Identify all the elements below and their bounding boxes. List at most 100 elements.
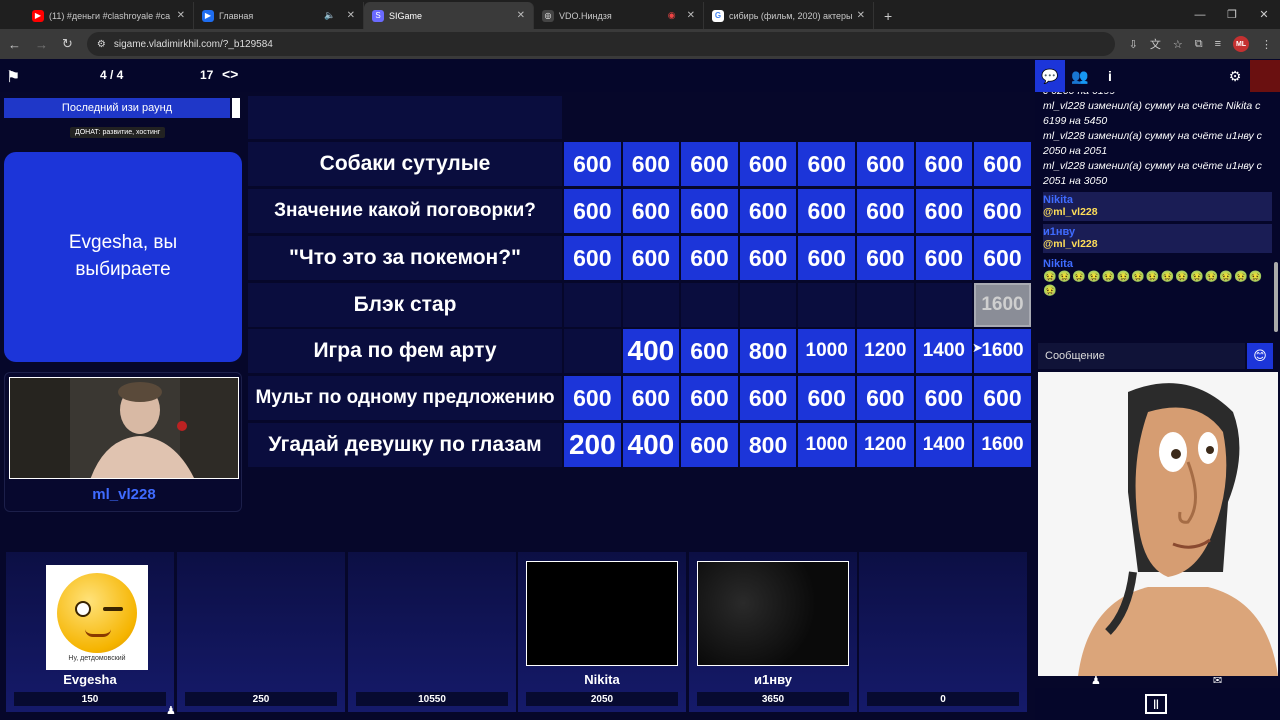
question-cell[interactable]: 400 xyxy=(622,423,680,467)
sigame-logo-icon[interactable]: ⚑ xyxy=(6,67,20,87)
info-tab-icon[interactable]: i xyxy=(1095,60,1125,92)
settings-gear-icon[interactable]: ⚙ xyxy=(1220,60,1250,92)
question-cell[interactable]: 600 xyxy=(856,236,914,280)
player-slot[interactable]: Ну, детдомовский Evgesha 150 ♟ xyxy=(6,552,176,717)
question-cell[interactable]: 1200 xyxy=(856,329,914,373)
speaker-icon[interactable]: 🔈 xyxy=(324,10,335,21)
chat-author[interactable]: и1нву xyxy=(1043,226,1272,238)
question-cell[interactable]: 800 xyxy=(739,423,797,467)
person-icon[interactable]: ♟ xyxy=(1091,674,1101,687)
chat-tab-icon[interactable]: 💬 xyxy=(1035,60,1065,92)
close-tab-icon[interactable]: ✕ xyxy=(347,10,355,21)
question-cell[interactable]: 600 xyxy=(856,189,914,233)
question-cell[interactable]: 600 xyxy=(739,189,797,233)
question-cell[interactable]: 1000 xyxy=(798,423,855,467)
close-window-icon[interactable]: ✕ xyxy=(1248,0,1280,29)
pause-button[interactable]: || xyxy=(1145,694,1167,714)
question-cell[interactable]: 1000 xyxy=(798,329,855,373)
question-cell[interactable]: 600 xyxy=(915,236,973,280)
question-cell[interactable]: 600 xyxy=(798,189,855,233)
question-cell[interactable]: 600 xyxy=(622,142,680,186)
player-slot[interactable]: 0 xyxy=(859,552,1027,712)
close-tab-icon[interactable]: ✕ xyxy=(517,10,525,21)
chat-scrollbar[interactable] xyxy=(1274,262,1278,332)
question-cell[interactable]: 600 xyxy=(739,142,797,186)
back-icon[interactable]: ← xyxy=(8,37,21,52)
question-cell[interactable]: 600 xyxy=(681,329,738,373)
browser-tab-sigame[interactable]: S SIGame ✕ xyxy=(364,2,534,29)
question-cell[interactable]: 400 xyxy=(622,329,680,373)
close-tab-icon[interactable]: ✕ xyxy=(687,10,695,21)
chat-message: Nikita 🤢🤢🤢🤢🤢🤢🤢🤢🤢🤢🤢🤢🤢🤢🤢🤢 xyxy=(1043,256,1272,301)
question-cell[interactable]: 200 xyxy=(564,423,621,467)
question-cell[interactable]: 600 xyxy=(681,423,738,467)
user-avatar-thumb[interactable] xyxy=(1250,60,1280,92)
question-cell[interactable]: 600 xyxy=(856,376,914,420)
question-cell[interactable]: 600 xyxy=(798,236,855,280)
question-cell[interactable]: 600 xyxy=(622,236,680,280)
question-cell[interactable]: 600 xyxy=(564,142,621,186)
browser-tab-google[interactable]: G сибирь (фильм, 2020) актеры ✕ xyxy=(704,2,874,29)
question-cell[interactable]: 600 xyxy=(974,236,1031,280)
question-cell[interactable]: 600 xyxy=(798,376,855,420)
question-cell[interactable]: 600 xyxy=(681,189,738,233)
browser-tab-youtube[interactable]: ▶ (11) #деньги #clashroyale #ca ✕ xyxy=(24,2,194,29)
reload-icon[interactable]: ↻ xyxy=(62,36,73,52)
browser-tab-main[interactable]: ▶ Главная 🔈 ✕ xyxy=(194,2,364,29)
profile-avatar[interactable]: ML xyxy=(1233,36,1249,52)
question-cell[interactable]: 600 xyxy=(681,376,738,420)
question-cell[interactable]: 600 xyxy=(739,236,797,280)
question-cell[interactable]: 600 xyxy=(681,142,738,186)
question-cell[interactable]: 600 xyxy=(915,376,973,420)
question-cell[interactable]: 600 xyxy=(856,142,914,186)
player-slot[interactable]: и1нву 3650 xyxy=(689,552,857,712)
extensions-icon[interactable]: ⧉ xyxy=(1195,38,1203,51)
question-cell[interactable]: 1200 xyxy=(856,423,914,467)
question-cell[interactable]: 600 xyxy=(974,189,1031,233)
forward-icon[interactable]: → xyxy=(35,37,48,52)
chat-author[interactable]: Nikita xyxy=(1043,194,1272,206)
question-cell[interactable]: 600 xyxy=(681,236,738,280)
code-arrows-icon[interactable]: <> xyxy=(222,66,238,82)
media-icon[interactable]: ≡ xyxy=(1215,38,1221,50)
site-info-icon[interactable]: ⚙ xyxy=(97,39,106,50)
question-cell[interactable]: 600 xyxy=(739,376,797,420)
players-tab-icon[interactable]: 👥 xyxy=(1065,60,1095,92)
player-slot[interactable]: Nikita 2050 xyxy=(518,552,686,712)
question-cell[interactable]: 1400 xyxy=(915,423,973,467)
question-cell[interactable]: 600 xyxy=(564,189,621,233)
question-cell[interactable]: 600 xyxy=(622,376,680,420)
bookmark-star-icon[interactable]: ☆ xyxy=(1173,38,1183,51)
question-cell[interactable]: 1400 xyxy=(915,329,973,373)
browser-tab-vdo[interactable]: ◎ VDO.Ниндзя ◉ ✕ xyxy=(534,2,704,29)
new-tab-button[interactable]: + xyxy=(874,2,902,29)
question-cell[interactable]: 1600 xyxy=(974,423,1031,467)
minimize-icon[interactable]: — xyxy=(1184,0,1216,29)
close-tab-icon[interactable]: ✕ xyxy=(857,10,865,21)
player-score: 2050 xyxy=(526,692,678,706)
player-slot[interactable]: 10550 xyxy=(348,552,516,712)
question-cell[interactable]: 600 xyxy=(564,376,621,420)
player-slot[interactable]: 250 xyxy=(177,552,345,712)
question-cell[interactable]: 1600 xyxy=(974,283,1031,327)
emoji-picker-icon[interactable]: 😊 xyxy=(1247,343,1273,369)
close-tab-icon[interactable]: ✕ xyxy=(177,10,185,21)
maximize-icon[interactable]: ❐ xyxy=(1216,0,1248,29)
menu-dots-icon[interactable]: ⋮ xyxy=(1261,38,1272,51)
question-cell[interactable]: 800 xyxy=(739,329,797,373)
url-field[interactable]: ⚙ sigame.vladimirkhil.com/?_b129584 xyxy=(86,32,1115,56)
question-cell[interactable]: 600 xyxy=(974,376,1031,420)
question-cell[interactable]: 600 xyxy=(915,189,973,233)
chat-author[interactable]: Nikita xyxy=(1043,258,1272,270)
question-cell[interactable]: 600 xyxy=(974,142,1031,186)
donate-link[interactable]: ДОНАТ: развитие, хостинг xyxy=(70,127,166,138)
mail-icon[interactable]: ✉ xyxy=(1213,674,1222,687)
question-cell[interactable]: 600 xyxy=(564,236,621,280)
install-icon[interactable]: ⇩ xyxy=(1129,38,1138,51)
question-cell[interactable]: 600 xyxy=(622,189,680,233)
chat-message-input[interactable]: Сообщение xyxy=(1038,343,1245,369)
player-score: 150 xyxy=(14,692,166,706)
question-cell[interactable]: 600 xyxy=(798,142,855,186)
translate-icon[interactable]: 文 xyxy=(1150,36,1161,52)
question-cell[interactable]: 600 xyxy=(915,142,973,186)
